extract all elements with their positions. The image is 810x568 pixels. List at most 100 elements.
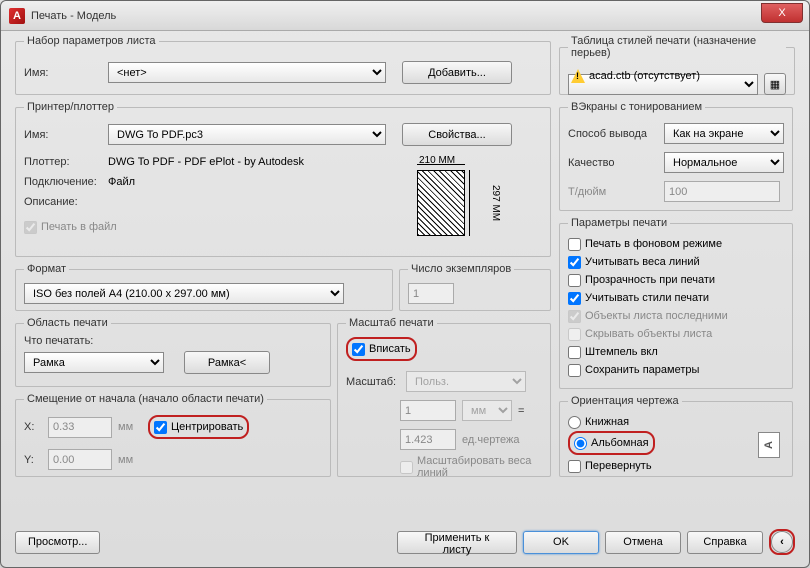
offset-y-label: Y: bbox=[24, 454, 42, 466]
print-to-file-label: Печать в файл bbox=[41, 221, 117, 233]
scale-select: Польз. bbox=[406, 371, 526, 392]
titlebar: A Печать - Модель X bbox=[1, 1, 809, 31]
scale-lw-label: Масштабировать веса линий bbox=[417, 455, 542, 479]
offset-x-unit: мм bbox=[118, 421, 142, 433]
quality-select[interactable]: Нормальное bbox=[664, 152, 784, 173]
shaded-legend: ВЭкраны с тонированием bbox=[568, 101, 705, 113]
landscape-label: Альбомная bbox=[591, 437, 649, 449]
what-to-plot-label: Что печатать: bbox=[24, 335, 322, 347]
page-setup-name-select[interactable]: <нет> bbox=[108, 62, 386, 83]
preview-button[interactable]: Просмотр... bbox=[15, 531, 100, 554]
scale-equals: = bbox=[518, 405, 524, 417]
opt-styles-checkbox[interactable] bbox=[568, 292, 581, 305]
fit-highlight: Вписать bbox=[346, 337, 417, 361]
opt-save-checkbox[interactable] bbox=[568, 364, 581, 377]
paper-size-group: Формат ISO без полей A4 (210.00 x 297.00… bbox=[15, 263, 393, 311]
paper-size-select[interactable]: ISO без полей A4 (210.00 x 297.00 мм) bbox=[24, 283, 344, 304]
print-to-file-checkbox bbox=[24, 221, 37, 234]
copies-legend: Число экземпляров bbox=[408, 263, 514, 275]
scale-legend: Масштаб печати bbox=[346, 317, 437, 329]
shaded-group: ВЭкраны с тонированием Способ вывода Как… bbox=[559, 101, 793, 211]
opt-hide-label: Скрывать объекты листа bbox=[585, 328, 712, 340]
style-table-select[interactable] bbox=[568, 74, 758, 95]
ok-button[interactable]: OK bbox=[523, 531, 599, 554]
printer-legend: Принтер/плоттер bbox=[24, 101, 117, 113]
orientation-group: Ориентация чертежа Книжная Альбомная Пер… bbox=[559, 395, 793, 477]
portrait-radio[interactable] bbox=[568, 416, 581, 429]
print-dialog: A Печать - Модель X Набор параметров лис… bbox=[0, 0, 810, 568]
scale-lw-checkbox bbox=[400, 461, 413, 474]
printer-name-label: Имя: bbox=[24, 129, 102, 141]
upside-checkbox[interactable] bbox=[568, 460, 581, 473]
fit-label: Вписать bbox=[369, 343, 411, 355]
apply-button[interactable]: Применить к листу bbox=[397, 531, 517, 554]
scale-den-unit: ед.чертежа bbox=[462, 434, 519, 446]
opt-hide-checkbox bbox=[568, 328, 581, 341]
fit-checkbox[interactable] bbox=[352, 343, 365, 356]
description-label: Описание: bbox=[24, 196, 102, 208]
plotter-value: DWG To PDF - PDF ePlot - by Autodesk bbox=[108, 156, 304, 168]
cancel-button[interactable]: Отмена bbox=[605, 531, 681, 554]
printer-name-select[interactable]: DWG To PDF.pc3 bbox=[108, 124, 386, 145]
offset-legend: Смещение от начала (начало области печат… bbox=[24, 393, 267, 405]
scale-group: Масштаб печати Вписать Масштаб: Польз. м… bbox=[337, 317, 551, 477]
offset-y-input bbox=[48, 449, 112, 470]
scale-den-input bbox=[400, 429, 456, 450]
quality-label: Качество bbox=[568, 157, 658, 169]
offset-x-input bbox=[48, 417, 112, 438]
dpi-label: Т/дюйм bbox=[568, 186, 658, 198]
help-button[interactable]: Справка bbox=[687, 531, 763, 554]
center-highlight: Центрировать bbox=[148, 415, 249, 439]
close-button[interactable]: X bbox=[761, 3, 803, 23]
plot-area-group: Область печати Что печатать: Рамка Рамка… bbox=[15, 317, 331, 387]
opt-paperspace-checkbox bbox=[568, 310, 581, 323]
shade-mode-select[interactable]: Как на экране bbox=[664, 123, 784, 144]
options-group: Параметры печати Печать в фоновом режиме… bbox=[559, 217, 793, 389]
opt-stamp-label: Штемпель вкл bbox=[585, 346, 658, 358]
window-title: Печать - Модель bbox=[31, 10, 116, 22]
center-checkbox[interactable] bbox=[154, 421, 167, 434]
app-icon: A bbox=[9, 8, 25, 24]
opt-paperspace-label: Объекты листа последними bbox=[585, 310, 728, 322]
opt-tr-checkbox[interactable] bbox=[568, 274, 581, 287]
opt-stamp-checkbox[interactable] bbox=[568, 346, 581, 359]
style-table-legend: Таблица стилей печати (назначение перьев… bbox=[568, 35, 786, 59]
orientation-icon: A bbox=[758, 432, 780, 458]
plotter-label: Плоттер: bbox=[24, 156, 102, 168]
printer-props-button[interactable]: Свойства... bbox=[402, 123, 512, 146]
landscape-radio[interactable] bbox=[574, 437, 587, 450]
style-table-group: Таблица стилей печати (назначение перьев… bbox=[559, 35, 795, 95]
opt-bg-checkbox[interactable] bbox=[568, 238, 581, 251]
shade-mode-label: Способ вывода bbox=[568, 128, 658, 140]
dpi-input bbox=[664, 181, 780, 202]
center-label: Центрировать bbox=[171, 421, 243, 433]
page-setup-group: Набор параметров листа Имя: <нет> Добави… bbox=[15, 35, 551, 95]
portrait-label: Книжная bbox=[585, 416, 629, 428]
paper-height-label: 297 MM bbox=[490, 185, 501, 221]
page-setup-name-label: Имя: bbox=[24, 67, 102, 79]
opt-tr-label: Прозрачность при печати bbox=[585, 274, 715, 286]
opt-lw-checkbox[interactable] bbox=[568, 256, 581, 269]
collapse-button[interactable]: ‹ bbox=[771, 531, 793, 553]
landscape-highlight: Альбомная bbox=[568, 431, 655, 455]
bottom-bar: Просмотр... Применить к листу OK Отмена … bbox=[9, 525, 801, 559]
close-icon: X bbox=[778, 7, 785, 19]
scale-label: Масштаб: bbox=[346, 376, 400, 388]
window-pick-button[interactable]: Рамка< bbox=[184, 351, 270, 374]
paper-size-legend: Формат bbox=[24, 263, 69, 275]
opt-bg-label: Печать в фоновом режиме bbox=[585, 238, 722, 250]
offset-x-label: X: bbox=[24, 421, 42, 433]
opt-lw-label: Учитывать веса линий bbox=[585, 256, 700, 268]
collapse-highlight: ‹ bbox=[769, 529, 795, 555]
add-page-setup-button[interactable]: Добавить... bbox=[402, 61, 512, 84]
offset-group: Смещение от начала (начало области печат… bbox=[15, 393, 331, 477]
options-legend: Параметры печати bbox=[568, 217, 670, 229]
connection-value: Файл bbox=[108, 176, 135, 188]
copies-input bbox=[408, 283, 454, 304]
what-to-plot-select[interactable]: Рамка bbox=[24, 352, 164, 373]
orientation-legend: Ориентация чертежа bbox=[568, 395, 682, 407]
scale-unit-select: мм bbox=[462, 400, 512, 421]
style-edit-button[interactable]: ▦ bbox=[764, 73, 786, 95]
opt-styles-label: Учитывать стили печати bbox=[585, 292, 709, 304]
scale-num-input bbox=[400, 400, 456, 421]
